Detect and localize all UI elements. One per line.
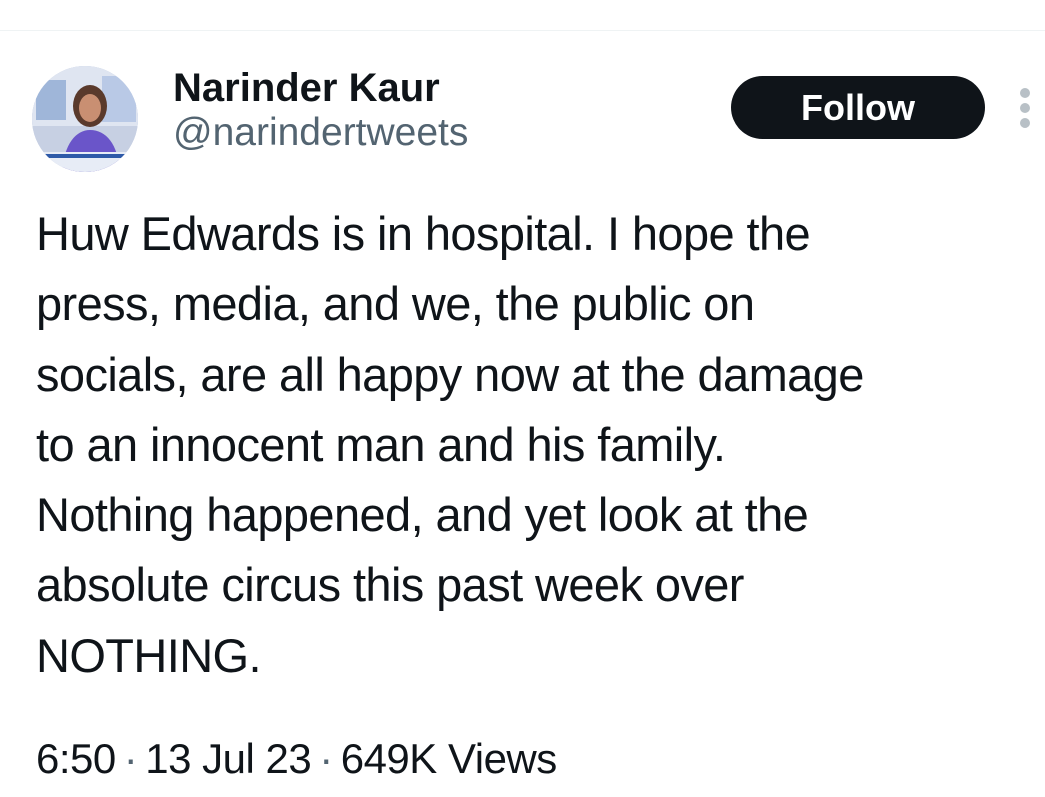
more-dot [1020, 103, 1030, 113]
author-display-name[interactable]: Narinder Kaur [173, 66, 468, 110]
more-options-icon[interactable] [1012, 88, 1038, 128]
tweet-meta: 6:50 · 13 Jul 23 · 649K Views [36, 733, 557, 785]
tweet-views: 649K Views [340, 735, 558, 782]
tweet-date[interactable]: 13 Jul 23 [145, 735, 311, 782]
tweet-text-line: press, media, and we, the public on [36, 277, 755, 331]
tweet-text-line: to an innocent man and his family. [36, 417, 726, 471]
tweet-text-line: socials, are all happy now at the damage [36, 347, 864, 401]
more-dot [1020, 118, 1030, 128]
tweet-text: Huw Edwards is in hospital. I hope the p… [36, 199, 1045, 691]
user-avatar[interactable] [32, 66, 138, 172]
author-handle[interactable]: @narindertweets [173, 110, 468, 156]
top-divider [0, 30, 1045, 31]
meta-separator: · [319, 735, 333, 782]
more-dot [1020, 88, 1030, 98]
tweet-time[interactable]: 6:50 [36, 735, 116, 782]
tweet-text-line: Nothing happened, and yet look at the [36, 488, 809, 542]
tweet-text-line: absolute circus this past week over [36, 558, 744, 612]
avatar-photo-icon [32, 66, 138, 172]
tweet-text-line: NOTHING. [36, 628, 262, 682]
tweet-text-line: Huw Edwards is in hospital. I hope the [36, 207, 811, 260]
meta-separator: · [123, 735, 138, 782]
follow-button[interactable]: Follow [731, 76, 985, 139]
author-block: Narinder Kaur @narindertweets [173, 66, 468, 156]
